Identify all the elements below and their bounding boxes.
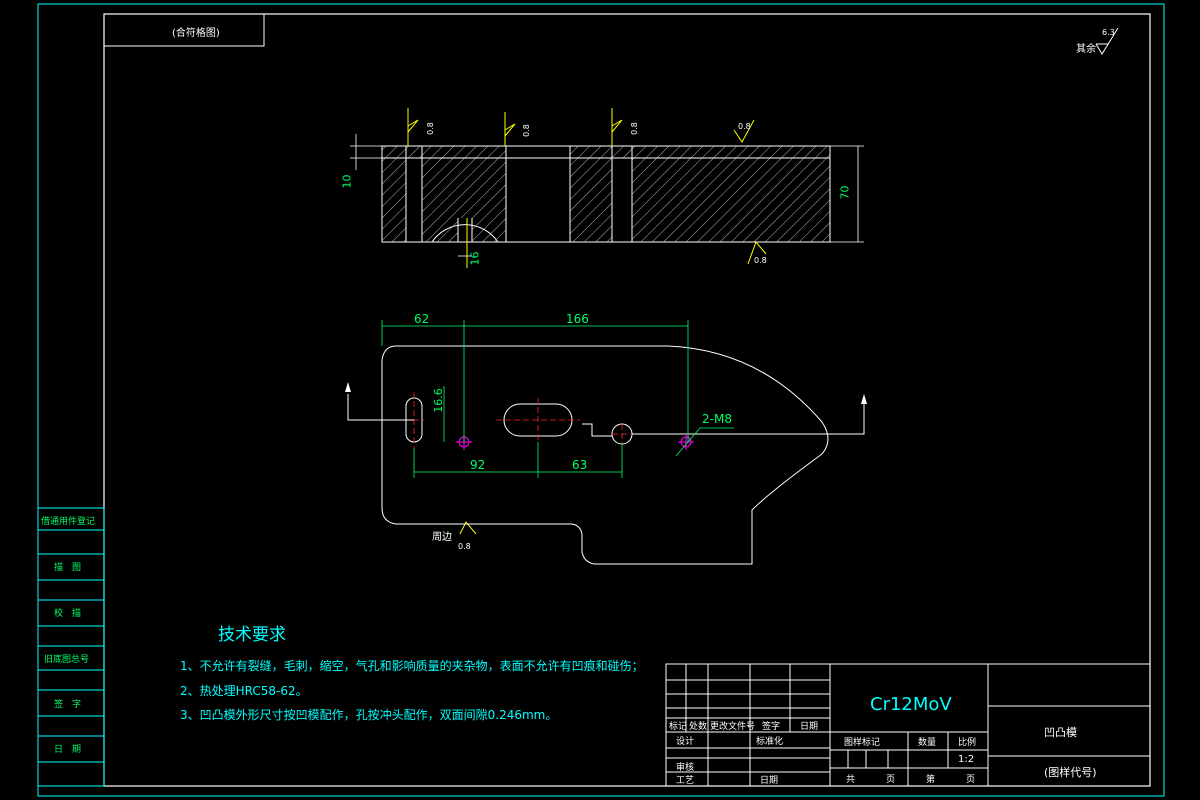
tech-requirements-title: 技术要求 (218, 625, 286, 645)
tech-requirement-1: 1、不允许有裂缝，毛刺，缩空，气孔和影响质量的夹杂物，表面不允许有凹痕和碰伤； (180, 659, 644, 673)
process-label: 工艺 (676, 776, 695, 786)
sheet-unit-label: 页 (966, 775, 976, 785)
section-roughness-1: 0.8 (521, 124, 531, 137)
side-label-1: 描 图 (54, 563, 82, 573)
thread-note: 2-M8 (702, 412, 732, 426)
design-label: 设计 (676, 737, 695, 747)
stage-mark-label: 图样标记 (844, 738, 881, 748)
dim-16: 16 (468, 251, 482, 266)
roughness-other-label: 其余 (1076, 44, 1096, 55)
tech-requirement-3: 3、凹凸模外形尺寸按凹模配作，孔按冲头配作，双面间隙0.246mm。 (180, 708, 558, 722)
section-roughness-2: 0.8 (629, 122, 639, 135)
rev-header-1: 处数 (689, 722, 708, 732)
dim-92: 92 (470, 458, 486, 472)
sheet-no-label: 第 (926, 775, 936, 785)
section-roughness-4: 0.8 (754, 256, 767, 265)
top-title-text: (合符格图) (172, 28, 220, 39)
rev-header-2: 更改文件号 (710, 722, 756, 732)
review-label: 审核 (676, 763, 695, 773)
tech-requirement-2: 2、热处理HRC58-62。 (180, 684, 308, 698)
dim-70: 70 (838, 185, 852, 200)
scale-value: 1:2 (958, 754, 975, 765)
dim-63: 63 (572, 458, 588, 472)
sheet-label: 页 (886, 775, 896, 785)
dim-10: 10 (340, 174, 354, 189)
dim-166: 166 (566, 312, 589, 326)
perimeter-label: 周边 (432, 532, 452, 543)
plan-view (345, 320, 867, 565)
part-name: 凹凸模 (1044, 726, 1077, 739)
side-label-5: 日 期 (54, 745, 82, 755)
side-label-4: 签 字 (54, 700, 82, 710)
total-label: 共 (846, 775, 856, 785)
perimeter-roughness: 0.8 (458, 542, 471, 551)
dim-62: 62 (414, 312, 430, 326)
weight-label: 数量 (918, 738, 937, 748)
side-label-0: 借通用件登记 (41, 517, 96, 527)
scale-label: 比例 (958, 738, 977, 748)
outer-border (37, 3, 1165, 797)
side-label-3: 旧底图总号 (44, 655, 90, 665)
dim-16-6: 16.6 (431, 388, 445, 413)
standardize-label: 标准化 (756, 737, 784, 747)
section-roughness-3: 0.8 (738, 122, 751, 131)
section-roughness-0: 0.8 (425, 122, 435, 135)
date-label: 日期 (760, 776, 779, 786)
rev-header-3: 签字 (762, 722, 781, 732)
material: Cr12MoV (870, 694, 952, 715)
rev-header-4: 日期 (800, 722, 819, 732)
side-label-2: 校 描 (54, 609, 82, 619)
drawing-code: (图样代号) (1044, 766, 1097, 779)
rev-header-0: 标记 (669, 722, 688, 732)
drawing-sheet (37, 3, 1165, 797)
roughness-other-value: 6.3 (1102, 28, 1115, 37)
